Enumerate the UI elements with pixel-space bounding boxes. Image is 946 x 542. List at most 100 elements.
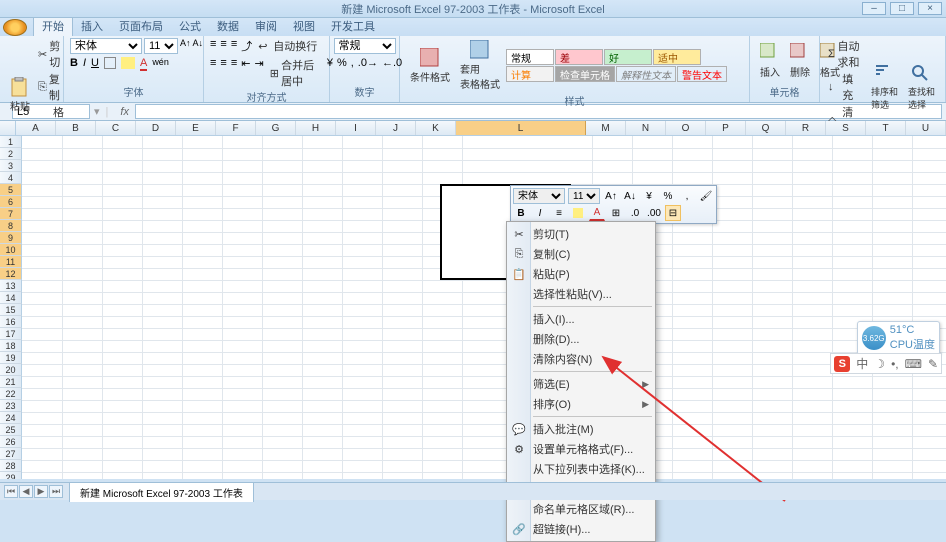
col-header-K[interactable]: K [416,121,456,135]
orient-button[interactable]: ⤴ [241,38,252,54]
tab-formula[interactable]: 公式 [171,16,209,36]
indent-dec-button[interactable]: ⇤ [241,57,250,89]
col-header-P[interactable]: P [706,121,746,135]
col-header-H[interactable]: H [296,121,336,135]
ime-settings-icon[interactable]: ✎ [928,357,938,371]
table-format-button[interactable]: 套用 表格格式 [456,38,504,93]
tab-dev[interactable]: 开发工具 [323,16,383,36]
mini-dec-dec[interactable]: .00 [646,205,662,221]
mini-currency[interactable]: ¥ [641,188,657,204]
row-header-29[interactable]: 29 [0,472,22,479]
border-button[interactable] [104,57,116,69]
bold-button[interactable]: B [70,57,78,71]
menu-item-17[interactable]: 🔗超链接(H)... [507,519,655,539]
ime-mode[interactable]: 中 [856,355,868,372]
menu-item-3[interactable]: 选择性粘贴(V)... [507,284,655,304]
align-left-button[interactable]: ≡ [210,57,216,89]
currency-button[interactable]: ¥ [327,57,333,69]
row-header-8[interactable]: 8 [0,220,22,232]
mini-font-select[interactable]: 宋体 [513,188,565,204]
row-header-4[interactable]: 4 [0,172,22,184]
col-header-D[interactable]: D [136,121,176,135]
col-header-F[interactable]: F [216,121,256,135]
row-header-20[interactable]: 20 [0,364,22,376]
row-header-25[interactable]: 25 [0,424,22,436]
menu-item-12[interactable]: 💬插入批注(M) [507,419,655,439]
col-header-C[interactable]: C [96,121,136,135]
style-calc[interactable]: 计算 [506,66,554,82]
menu-item-16[interactable]: 命名单元格区域(R)... [507,499,655,519]
row-header-22[interactable]: 22 [0,388,22,400]
wrap-button[interactable]: ↩自动换行 [256,38,319,54]
sheet-nav-prev[interactable]: ◀ [19,485,33,498]
style-explain[interactable]: 解释性文本 [616,66,676,82]
find-button[interactable]: 查找和 选择 [904,62,939,113]
fx-button[interactable]: fx [114,106,135,118]
mini-inc-dec[interactable]: .0 [627,205,643,221]
align-right-button[interactable]: ≡ [231,57,237,89]
copy-button[interactable]: ⎘复制 [36,71,66,103]
font-color-button[interactable]: A [140,57,147,71]
menu-item-2[interactable]: 📋粘贴(P) [507,264,655,284]
mini-italic[interactable]: I [532,205,548,221]
indent-inc-button[interactable]: ⇥ [254,57,263,89]
col-header-G[interactable]: G [256,121,296,135]
mini-grow-font[interactable]: A↑ [603,188,619,204]
menu-item-0[interactable]: ✂剪切(T) [507,224,655,244]
row-header-10[interactable]: 10 [0,244,22,256]
row-header-17[interactable]: 17 [0,328,22,340]
sheet-nav-last[interactable]: ⏭ [49,485,63,498]
col-header-O[interactable]: O [666,121,706,135]
ime-keyboard-icon[interactable]: ⌨ [905,357,922,371]
mini-bold[interactable]: B [513,205,529,221]
cut-button[interactable]: ✂剪切 [36,38,66,70]
insert-cells-button[interactable]: 插入 [756,41,784,81]
col-header-M[interactable]: M [586,121,626,135]
row-header-26[interactable]: 26 [0,436,22,448]
row-header-3[interactable]: 3 [0,160,22,172]
mini-comma[interactable]: , [679,188,695,204]
fill-color-button[interactable] [121,57,135,69]
col-header-A[interactable]: A [16,121,56,135]
mini-brush[interactable]: 🖌 [698,188,714,204]
select-all-corner[interactable] [0,121,16,135]
menu-item-13[interactable]: ⚙设置单元格格式(F)... [507,439,655,459]
menu-item-9[interactable]: 筛选(E)▶ [507,374,655,394]
row-header-1[interactable]: 1 [0,136,22,148]
row-header-28[interactable]: 28 [0,460,22,472]
style-check[interactable]: 检查单元格 [555,66,615,82]
col-header-U[interactable]: U [906,121,946,135]
office-button[interactable] [3,19,27,36]
style-neutral[interactable]: 适中 [653,49,701,65]
row-header-18[interactable]: 18 [0,340,22,352]
col-header-S[interactable]: S [826,121,866,135]
italic-button[interactable]: I [83,57,86,71]
align-bot-button[interactable]: ≡ [231,38,237,54]
temp-widget[interactable]: 3.62G 51°C CPU温度 [857,321,940,355]
percent-button[interactable]: % [337,57,347,69]
merge-button[interactable]: ⊞合并后居中 [268,57,323,89]
row-header-14[interactable]: 14 [0,292,22,304]
tab-home[interactable]: 开始 [33,15,73,36]
tab-layout[interactable]: 页面布局 [111,16,171,36]
col-header-N[interactable]: N [626,121,666,135]
row-header-6[interactable]: 6 [0,196,22,208]
mini-merge[interactable]: ⊟ [665,205,681,221]
fill-button[interactable]: ↓填充 [826,71,865,103]
number-format-select[interactable]: 常规 [334,38,396,54]
align-center-button[interactable]: ≡ [220,57,226,89]
align-mid-button[interactable]: ≡ [220,38,226,54]
mini-percent[interactable]: % [660,188,676,204]
phonetic-button[interactable]: wén [152,57,169,71]
sort-button[interactable]: 排序和 筛选 [867,62,902,113]
menu-item-7[interactable]: 清除内容(N) [507,349,655,369]
menu-item-10[interactable]: 排序(O)▶ [507,394,655,414]
tab-insert[interactable]: 插入 [73,16,111,36]
col-header-L[interactable]: L [456,121,586,135]
menu-item-14[interactable]: 从下拉列表中选择(K)... [507,459,655,479]
sheet-tab-active[interactable]: 新建 Microsoft Excel 97-2003 工作表 [69,482,254,502]
row-header-15[interactable]: 15 [0,304,22,316]
ime-punct-icon[interactable]: •, [891,357,899,371]
paste-button[interactable]: 粘贴 [6,75,34,115]
mini-align[interactable]: ≡ [551,205,567,221]
